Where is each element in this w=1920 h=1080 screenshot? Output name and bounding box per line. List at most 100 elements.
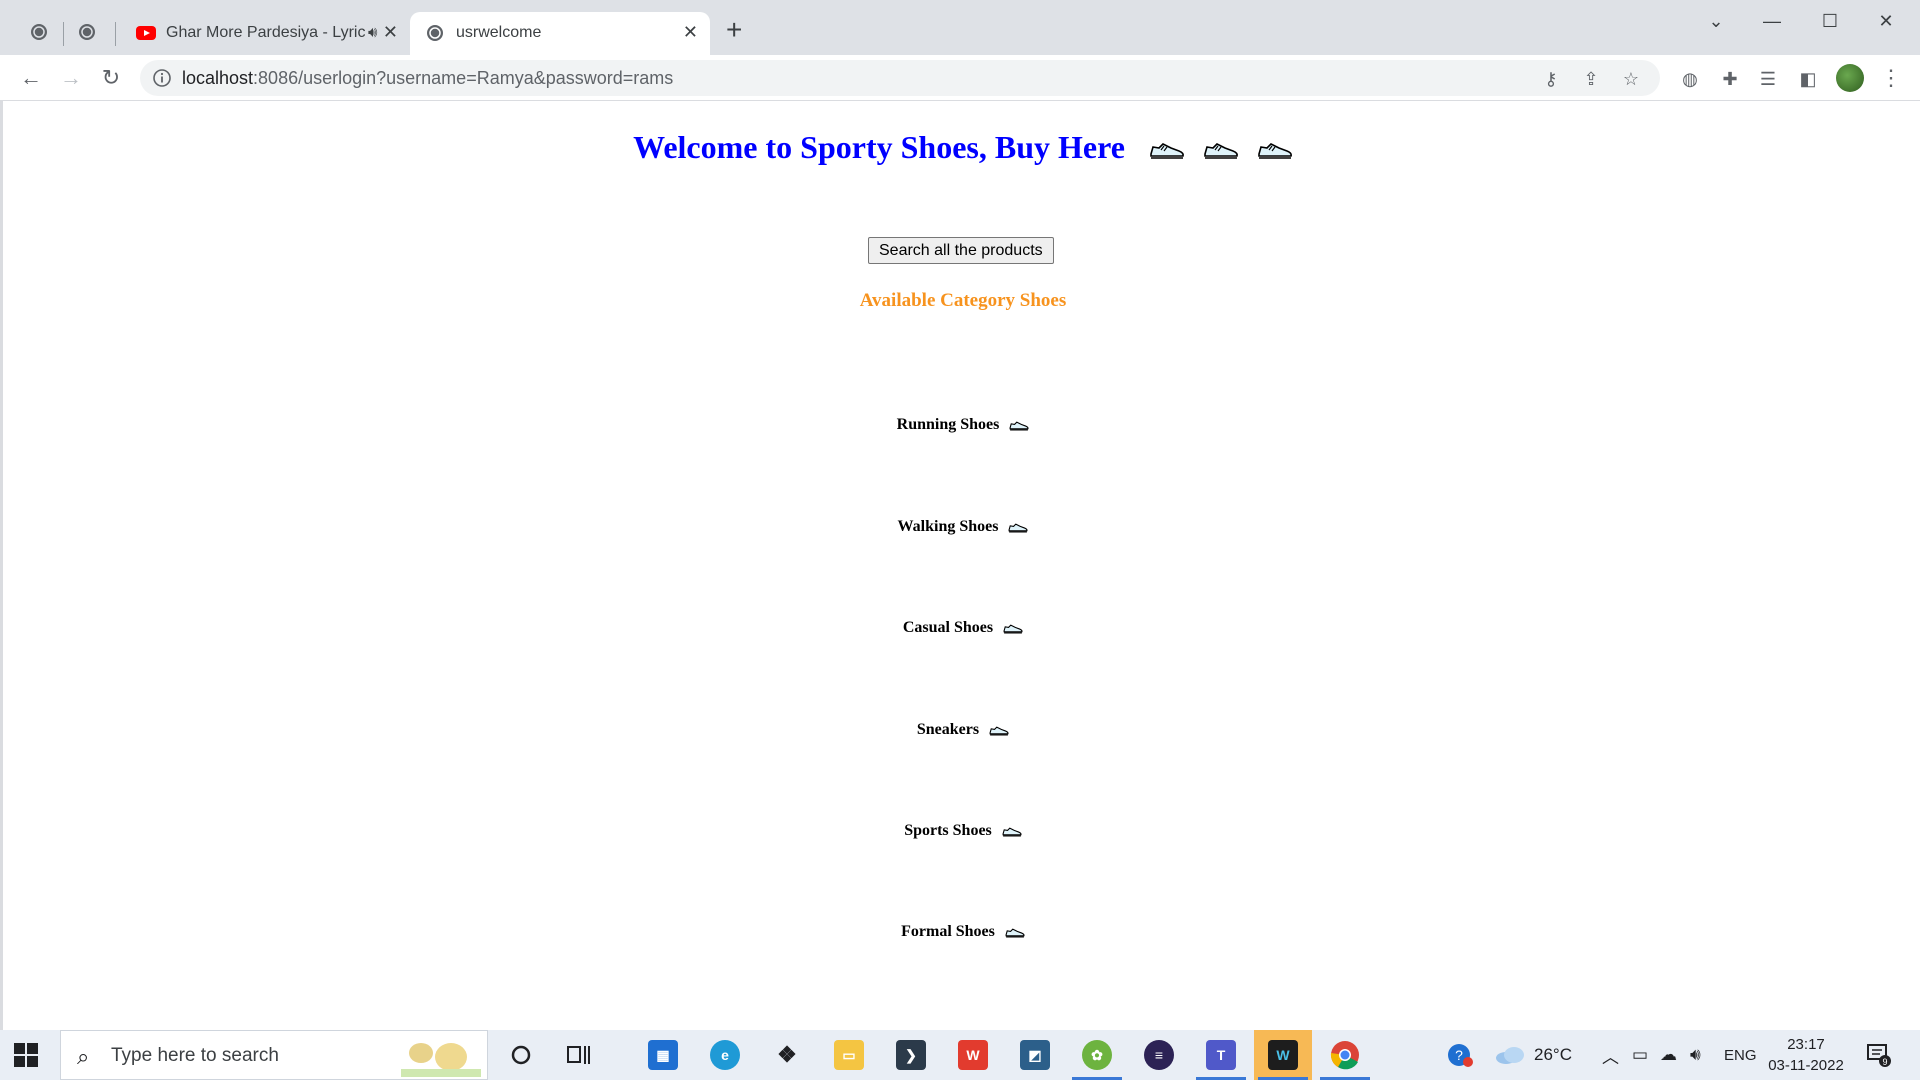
shoe-icon (1258, 143, 1292, 159)
cortana-icon[interactable] (492, 1030, 550, 1080)
tab-search-chevron-icon[interactable]: ⌄ (1694, 6, 1738, 36)
welcome-heading: Welcome to Sporty Shoes, Buy Here (3, 129, 1920, 169)
help-icon[interactable]: ? (1446, 1030, 1474, 1080)
language-indicator[interactable]: ENG (1724, 1030, 1757, 1080)
task-view-icon[interactable] (550, 1030, 608, 1080)
bookmark-star-icon[interactable]: ☆ (1620, 68, 1642, 90)
category-running-shoes[interactable]: Running Shoes (3, 416, 1920, 434)
wps-office-icon[interactable]: W (944, 1030, 1002, 1080)
close-icon[interactable]: ✕ (683, 23, 698, 41)
category-sports-shoes[interactable]: Sports Shoes (3, 822, 1920, 840)
category-formal-shoes[interactable]: Formal Shoes (3, 923, 1920, 941)
taskbar-search-box[interactable]: ⌕ Type here to search (60, 1030, 488, 1080)
svg-text:?: ? (1455, 1047, 1463, 1063)
search-all-products-button[interactable]: Search all the products (868, 237, 1054, 264)
edge-icon[interactable]: e (696, 1030, 754, 1080)
battery-icon[interactable]: ▭ (1632, 1030, 1648, 1080)
back-icon[interactable]: ← (16, 63, 46, 93)
tab-youtube[interactable]: Ghar More Pardesiya - Lyrical 🔊︎ ✕ (120, 12, 410, 55)
volume-icon[interactable]: 🔊︎ (1690, 1030, 1701, 1080)
category-label: Casual Shoes (902, 619, 994, 636)
notification-center-icon[interactable]: 9 (1866, 1042, 1892, 1068)
category-label: Running Shoes (896, 416, 1000, 433)
tab-title: usrwelcome (456, 24, 542, 41)
category-label: Walking Shoes (897, 518, 999, 535)
search-highlight-image (401, 1043, 481, 1077)
shoe-icon (989, 726, 1009, 736)
spring-tool-icon[interactable]: ✿ (1068, 1030, 1126, 1080)
available-category-title: Available Category Shoes (859, 290, 1067, 311)
dropbox-icon[interactable]: ❖ (758, 1030, 816, 1080)
minimize-button[interactable]: — (1750, 6, 1794, 36)
microsoft-store-icon[interactable]: ▦ (634, 1030, 692, 1080)
globe-icon (79, 24, 95, 40)
shoe-icon (1150, 143, 1184, 159)
share-icon[interactable]: ⇪ (1580, 68, 1602, 90)
url-host: localhost (182, 68, 254, 88)
shoe-icon (1003, 624, 1023, 634)
pinned-tab-1[interactable] (24, 17, 54, 47)
url-path: :8086/userlogin?username=Ramya&password=… (253, 68, 674, 88)
notification-count: 9 (1882, 1057, 1887, 1067)
chrome-icon[interactable] (1316, 1030, 1374, 1080)
page-content: Welcome to Sporty Shoes, Buy Here Search… (0, 101, 1920, 1030)
shoe-icon (1002, 827, 1022, 837)
tab-title: Ghar More Pardesiya - Lyrical (166, 24, 366, 41)
address-bar[interactable]: localhost:8086/userlogin?username=Ramya&… (140, 60, 1660, 96)
category-sneakers[interactable]: Sneakers (3, 721, 1920, 739)
search-icon: ⌕ (77, 1044, 90, 1069)
search-placeholder: Type here to search (111, 1045, 279, 1066)
profile-avatar[interactable] (1836, 64, 1864, 92)
category-label: Formal Shoes (901, 923, 995, 940)
media-playlist-icon[interactable]: ☰ (1756, 67, 1780, 91)
globe-icon (427, 25, 443, 41)
taskbar-clock[interactable]: 23:17 03-11-2022 (1768, 1034, 1844, 1076)
translate-globe-icon[interactable]: ◍ (1678, 67, 1702, 91)
extensions-icon[interactable]: ✚ (1718, 67, 1742, 91)
webex-icon[interactable]: W (1254, 1030, 1312, 1080)
tab-separator (115, 22, 116, 46)
tab-strip: Ghar More Pardesiya - Lyrical 🔊︎ ✕ usrwe… (0, 0, 1920, 55)
close-icon[interactable]: ✕ (383, 23, 398, 41)
category-label: Sports Shoes (904, 822, 992, 839)
category-casual-shoes[interactable]: Casual Shoes (3, 619, 1920, 637)
windows-start-icon[interactable] (14, 1043, 38, 1067)
sts-icon[interactable]: ❯ (882, 1030, 940, 1080)
file-explorer-icon[interactable]: ▭ (820, 1030, 878, 1080)
maximize-button[interactable]: ☐ (1808, 6, 1852, 36)
forward-icon[interactable]: → (56, 63, 86, 93)
welcome-text: Welcome to Sporty Shoes, Buy Here (633, 129, 1125, 165)
tab-separator (63, 22, 64, 46)
url-text: localhost:8086/userlogin?username=Ramya&… (182, 68, 673, 89)
youtube-icon (136, 26, 156, 40)
network-icon[interactable]: ☁ (1660, 1030, 1677, 1080)
pinned-tab-2[interactable] (72, 17, 102, 47)
weather-cloud-icon[interactable] (1494, 1030, 1526, 1080)
browser-toolbar: ← → ↻ localhost:8086/userlogin?username=… (0, 55, 1920, 101)
window-close-button[interactable]: ✕ (1864, 6, 1908, 36)
shoe-icon (1005, 928, 1025, 938)
reload-icon[interactable]: ↻ (96, 63, 126, 93)
clock-time: 23:17 (1787, 1036, 1825, 1053)
tab-usrwelcome[interactable]: usrwelcome ✕ (410, 12, 710, 55)
shoe-icon (1009, 421, 1029, 431)
info-icon[interactable] (152, 68, 172, 88)
mysql-workbench-icon[interactable]: ◩ (1006, 1030, 1064, 1080)
category-label: Sneakers (916, 721, 980, 738)
shoe-icon (1204, 143, 1238, 159)
menu-icon[interactable]: ⋮ (1880, 65, 1902, 91)
shoe-icons (1139, 132, 1293, 169)
weather-temperature[interactable]: 26°C (1534, 1030, 1572, 1080)
teams-icon[interactable]: T (1192, 1030, 1250, 1080)
eclipse-icon[interactable]: ≡ (1130, 1030, 1188, 1080)
shoe-icon (1009, 523, 1028, 533)
side-panel-icon[interactable]: ◧ (1796, 67, 1820, 91)
category-walking-shoes[interactable]: Walking Shoes (3, 518, 1920, 536)
new-tab-button[interactable]: + (726, 16, 742, 44)
show-hidden-icons-chevron[interactable]: ︿ (1602, 1030, 1619, 1080)
clock-date: 03-11-2022 (1768, 1057, 1844, 1074)
speaker-icon[interactable]: 🔊︎ (368, 24, 377, 41)
key-icon[interactable]: ⚷ (1540, 68, 1562, 90)
globe-icon (31, 24, 47, 40)
windows-taskbar: ⌕ Type here to search ▦ e ❖ ▭ ❯ W ◩ ✿ ≡ … (0, 1030, 1920, 1080)
